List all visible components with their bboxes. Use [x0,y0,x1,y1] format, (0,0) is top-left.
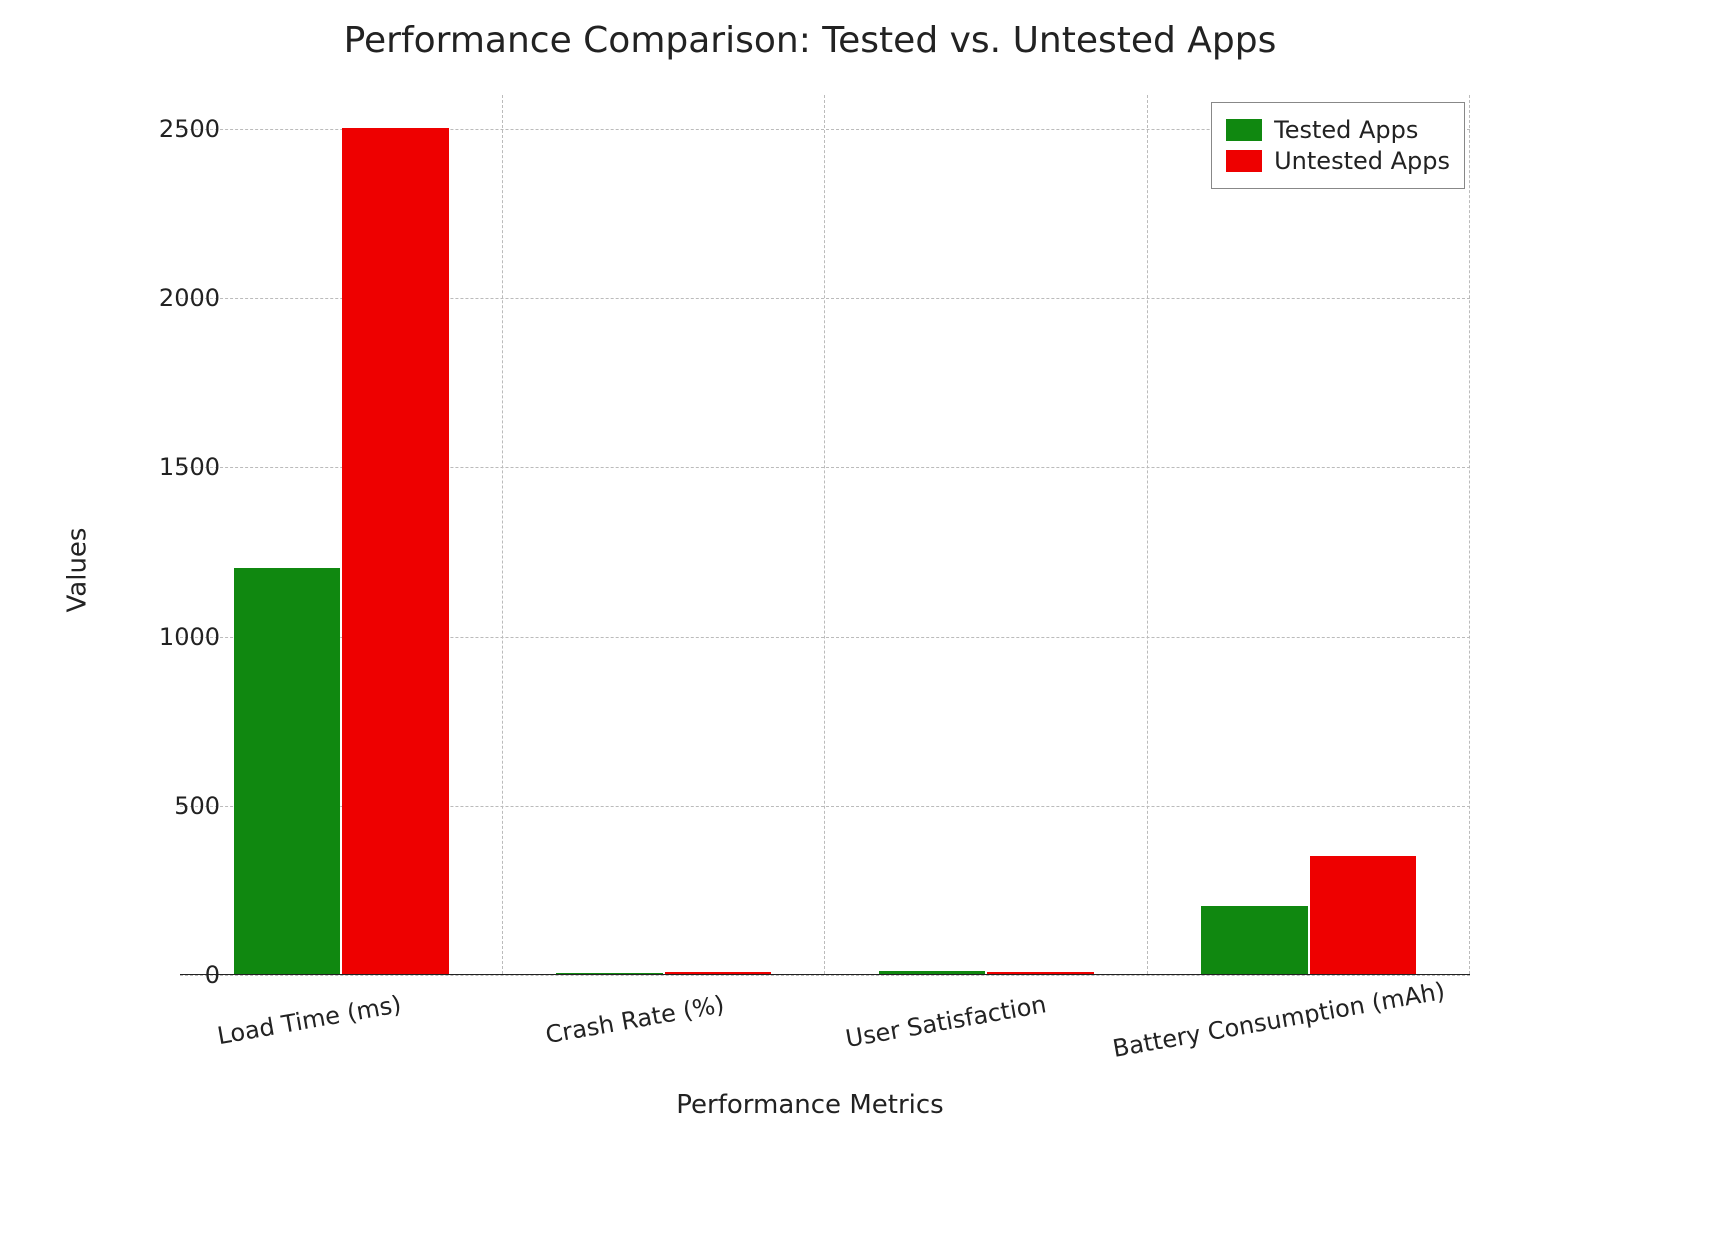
legend-label-untested: Untested Apps [1274,147,1450,175]
bar-tested [879,971,985,974]
x-axis-label: Performance Metrics [140,1090,1480,1120]
y-tick-label: 2500 [140,115,220,143]
y-tick-label: 0 [140,961,220,989]
legend-swatch-tested [1226,119,1262,141]
bar-untested [987,972,1093,974]
legend-item-tested: Tested Apps [1226,116,1450,144]
chart-title: Performance Comparison: Tested vs. Untes… [140,20,1480,61]
chart-container: Performance Comparison: Tested vs. Untes… [140,20,1480,1120]
x-tick-label: Load Time (ms) [143,990,404,1063]
plot-area [180,95,1470,975]
legend-item-untested: Untested Apps [1226,147,1450,175]
bar-untested [342,128,448,974]
x-tick-label: Battery Consumption (mAh) [1110,990,1371,1063]
bar-untested [665,972,771,974]
y-tick-label: 1000 [140,623,220,651]
y-tick-label: 500 [140,792,220,820]
y-tick-label: 2000 [140,284,220,312]
bar-tested [556,973,662,974]
bar-tested [234,568,340,974]
grid-line-v [1469,95,1470,974]
grid-line-v [502,95,503,974]
grid-line-v [1147,95,1148,974]
bar-untested [1310,856,1416,974]
grid-line-v [824,95,825,974]
y-tick-label: 1500 [140,453,220,481]
x-tick-label: Crash Rate (%) [465,990,726,1063]
bar-tested [1201,906,1307,974]
legend: Tested Apps Untested Apps [1211,102,1465,189]
x-tick-label: User Satisfaction [788,990,1049,1063]
grid-line-h [180,975,1470,976]
y-axis-label: Values [62,528,92,613]
legend-swatch-untested [1226,150,1262,172]
legend-label-tested: Tested Apps [1274,116,1418,144]
